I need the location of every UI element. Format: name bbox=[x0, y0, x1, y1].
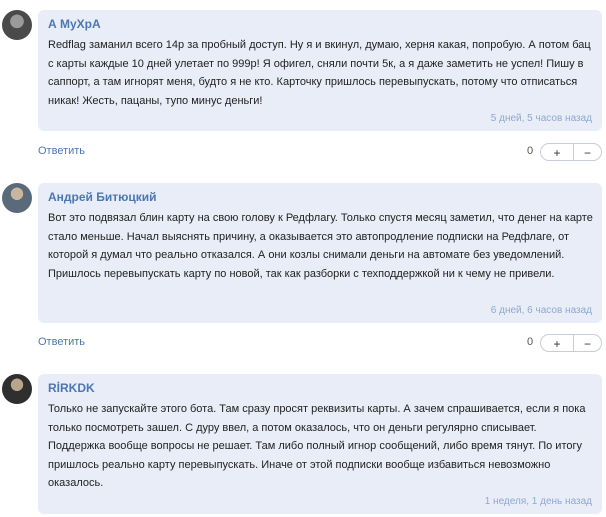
comment-bubble: Андрей Битюцкий Вот это подвязал блин ка… bbox=[38, 183, 602, 323]
comment-bubble: RİRKDK Только не запускайте этого бота. … bbox=[38, 374, 602, 514]
comment-author[interactable]: Андрей Битюцкий bbox=[48, 189, 592, 205]
comment-actions: Ответить 0 + − bbox=[38, 334, 602, 354]
avatar[interactable] bbox=[2, 374, 32, 404]
comment-timestamp[interactable]: 5 дней, 5 часов назад bbox=[491, 113, 592, 124]
avatar[interactable] bbox=[2, 183, 32, 213]
comment-text: Redflag заманил всего 14р за пробный дос… bbox=[48, 39, 591, 107]
comment-text: Вот это подвязал блин карту на свою голо… bbox=[48, 212, 593, 280]
reply-link[interactable]: Ответить bbox=[38, 145, 85, 157]
vote-score: 0 bbox=[527, 145, 534, 157]
comment-bubble: А МуХрА Redflag заманил всего 14р за про… bbox=[38, 10, 602, 131]
upvote-button[interactable]: + bbox=[540, 334, 574, 352]
comment-timestamp[interactable]: 6 дней, 6 часов назад bbox=[491, 305, 592, 316]
comment-text: Только не запускайте этого бота. Там сра… bbox=[48, 403, 586, 489]
avatar[interactable] bbox=[2, 10, 32, 40]
comment-author[interactable]: А МуХрА bbox=[48, 16, 592, 32]
upvote-button[interactable]: + bbox=[540, 143, 574, 161]
comment-author[interactable]: RİRKDK bbox=[48, 380, 592, 396]
downvote-button[interactable]: − bbox=[573, 143, 602, 161]
vote-score: 0 bbox=[527, 336, 534, 348]
comment-timestamp[interactable]: 1 неделя, 1 день назад bbox=[485, 496, 592, 507]
reply-link[interactable]: Ответить bbox=[38, 336, 85, 348]
comment-actions: Ответить 0 + − bbox=[38, 143, 602, 163]
downvote-button[interactable]: − bbox=[573, 334, 602, 352]
